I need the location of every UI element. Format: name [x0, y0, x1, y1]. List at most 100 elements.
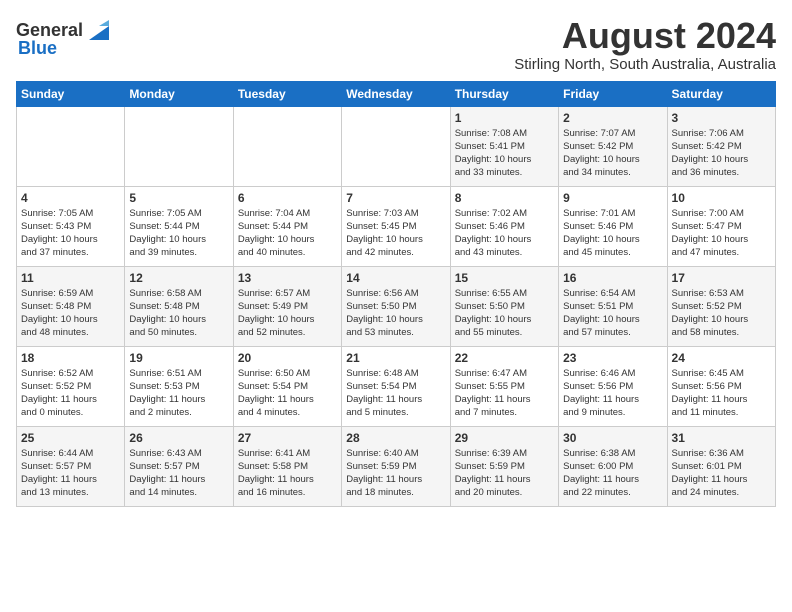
day-info: Sunrise: 6:51 AM Sunset: 5:53 PM Dayligh…	[129, 367, 228, 420]
page-subtitle: Stirling North, South Australia, Austral…	[514, 56, 776, 73]
day-number: 31	[672, 431, 771, 445]
day-number: 23	[563, 351, 662, 365]
title-area: August 2024 Stirling North, South Austra…	[514, 16, 776, 73]
day-info: Sunrise: 7:02 AM Sunset: 5:46 PM Dayligh…	[455, 207, 554, 260]
calendar-cell: 30 Sunrise: 6:38 AM Sunset: 6:00 PM Dayli…	[559, 426, 667, 506]
day-info: Sunrise: 6:40 AM Sunset: 5:59 PM Dayligh…	[346, 447, 445, 500]
calendar-cell: 3Sunrise: 7:06 AM Sunset: 5:42 PM Daylig…	[667, 106, 775, 186]
day-info: Sunrise: 6:54 AM Sunset: 5:51 PM Dayligh…	[563, 287, 662, 340]
calendar-cell: 17 Sunrise: 6:53 AM Sunset: 5:52 PM Dayli…	[667, 266, 775, 346]
day-number: 25	[21, 431, 120, 445]
day-number: 19	[129, 351, 228, 365]
calendar-cell: 10 Sunrise: 7:00 AM Sunset: 5:47 PM Dayli…	[667, 186, 775, 266]
day-info: Sunrise: 7:04 AM Sunset: 5:44 PM Dayligh…	[238, 207, 337, 260]
day-info: Sunrise: 7:06 AM Sunset: 5:42 PM Dayligh…	[672, 127, 771, 180]
day-info: Sunrise: 7:05 AM Sunset: 5:43 PM Dayligh…	[21, 207, 120, 260]
day-info: Sunrise: 6:55 AM Sunset: 5:50 PM Dayligh…	[455, 287, 554, 340]
calendar-cell: 13 Sunrise: 6:57 AM Sunset: 5:49 PM Dayli…	[233, 266, 341, 346]
calendar-day-header: Monday	[125, 81, 233, 106]
day-info: Sunrise: 6:57 AM Sunset: 5:49 PM Dayligh…	[238, 287, 337, 340]
day-info: Sunrise: 6:52 AM Sunset: 5:52 PM Dayligh…	[21, 367, 120, 420]
day-number: 26	[129, 431, 228, 445]
page-header: General Blue August 2024 Stirling North,…	[16, 16, 776, 73]
day-info: Sunrise: 6:58 AM Sunset: 5:48 PM Dayligh…	[129, 287, 228, 340]
logo-icon	[85, 16, 113, 44]
calendar-cell: 19 Sunrise: 6:51 AM Sunset: 5:53 PM Dayli…	[125, 346, 233, 426]
day-number: 9	[563, 191, 662, 205]
day-info: Sunrise: 6:47 AM Sunset: 5:55 PM Dayligh…	[455, 367, 554, 420]
day-info: Sunrise: 7:08 AM Sunset: 5:41 PM Dayligh…	[455, 127, 554, 180]
logo-blue-text: Blue	[18, 38, 57, 59]
day-number: 18	[21, 351, 120, 365]
day-number: 24	[672, 351, 771, 365]
day-info: Sunrise: 6:39 AM Sunset: 5:59 PM Dayligh…	[455, 447, 554, 500]
calendar-day-header: Tuesday	[233, 81, 341, 106]
logo: General Blue	[16, 16, 113, 59]
calendar-cell: 1 Sunrise: 7:08 AM Sunset: 5:41 PM Daylig…	[450, 106, 558, 186]
calendar-cell: 7Sunrise: 7:03 AM Sunset: 5:45 PM Daylig…	[342, 186, 450, 266]
calendar-cell	[125, 106, 233, 186]
day-number: 5	[129, 191, 228, 205]
calendar-cell: 31 Sunrise: 6:36 AM Sunset: 6:01 PM Dayli…	[667, 426, 775, 506]
calendar-cell: 29Sunrise: 6:39 AM Sunset: 5:59 PM Dayli…	[450, 426, 558, 506]
calendar-day-header: Wednesday	[342, 81, 450, 106]
day-number: 15	[455, 271, 554, 285]
calendar-cell: 2 Sunrise: 7:07 AM Sunset: 5:42 PM Daylig…	[559, 106, 667, 186]
day-number: 30	[563, 431, 662, 445]
calendar-week-row: 4Sunrise: 7:05 AM Sunset: 5:43 PM Daylig…	[17, 186, 776, 266]
calendar-cell: 18 Sunrise: 6:52 AM Sunset: 5:52 PM Dayli…	[17, 346, 125, 426]
page-title: August 2024	[514, 16, 776, 56]
calendar-week-row: 18 Sunrise: 6:52 AM Sunset: 5:52 PM Dayli…	[17, 346, 776, 426]
calendar-week-row: 25Sunrise: 6:44 AM Sunset: 5:57 PM Dayli…	[17, 426, 776, 506]
calendar-cell: 4Sunrise: 7:05 AM Sunset: 5:43 PM Daylig…	[17, 186, 125, 266]
calendar-day-header: Thursday	[450, 81, 558, 106]
day-number: 6	[238, 191, 337, 205]
calendar-cell	[233, 106, 341, 186]
day-number: 17	[672, 271, 771, 285]
day-number: 20	[238, 351, 337, 365]
calendar-cell: 11Sunrise: 6:59 AM Sunset: 5:48 PM Dayli…	[17, 266, 125, 346]
day-number: 1	[455, 111, 554, 125]
calendar-cell: 12Sunrise: 6:58 AM Sunset: 5:48 PM Dayli…	[125, 266, 233, 346]
calendar-cell: 9Sunrise: 7:01 AM Sunset: 5:46 PM Daylig…	[559, 186, 667, 266]
day-info: Sunrise: 6:45 AM Sunset: 5:56 PM Dayligh…	[672, 367, 771, 420]
day-number: 10	[672, 191, 771, 205]
day-number: 28	[346, 431, 445, 445]
day-info: Sunrise: 7:00 AM Sunset: 5:47 PM Dayligh…	[672, 207, 771, 260]
day-info: Sunrise: 6:48 AM Sunset: 5:54 PM Dayligh…	[346, 367, 445, 420]
calendar-cell: 15 Sunrise: 6:55 AM Sunset: 5:50 PM Dayli…	[450, 266, 558, 346]
calendar-cell: 22 Sunrise: 6:47 AM Sunset: 5:55 PM Dayli…	[450, 346, 558, 426]
calendar-cell: 14 Sunrise: 6:56 AM Sunset: 5:50 PM Dayli…	[342, 266, 450, 346]
day-number: 2	[563, 111, 662, 125]
day-info: Sunrise: 6:59 AM Sunset: 5:48 PM Dayligh…	[21, 287, 120, 340]
calendar-cell: 6 Sunrise: 7:04 AM Sunset: 5:44 PM Daylig…	[233, 186, 341, 266]
day-info: Sunrise: 7:07 AM Sunset: 5:42 PM Dayligh…	[563, 127, 662, 180]
day-info: Sunrise: 6:50 AM Sunset: 5:54 PM Dayligh…	[238, 367, 337, 420]
day-info: Sunrise: 7:05 AM Sunset: 5:44 PM Dayligh…	[129, 207, 228, 260]
calendar-table: SundayMondayTuesdayWednesdayThursdayFrid…	[16, 81, 776, 507]
day-number: 27	[238, 431, 337, 445]
day-number: 22	[455, 351, 554, 365]
calendar-day-header: Friday	[559, 81, 667, 106]
calendar-cell: 28 Sunrise: 6:40 AM Sunset: 5:59 PM Dayli…	[342, 426, 450, 506]
calendar-week-row: 1 Sunrise: 7:08 AM Sunset: 5:41 PM Daylig…	[17, 106, 776, 186]
day-info: Sunrise: 6:41 AM Sunset: 5:58 PM Dayligh…	[238, 447, 337, 500]
calendar-cell	[17, 106, 125, 186]
calendar-cell: 8Sunrise: 7:02 AM Sunset: 5:46 PM Daylig…	[450, 186, 558, 266]
day-number: 16	[563, 271, 662, 285]
day-info: Sunrise: 6:56 AM Sunset: 5:50 PM Dayligh…	[346, 287, 445, 340]
calendar-cell: 26 Sunrise: 6:43 AM Sunset: 5:57 PM Dayli…	[125, 426, 233, 506]
day-number: 13	[238, 271, 337, 285]
calendar-day-header: Sunday	[17, 81, 125, 106]
calendar-cell: 20 Sunrise: 6:50 AM Sunset: 5:54 PM Dayli…	[233, 346, 341, 426]
day-info: Sunrise: 6:46 AM Sunset: 5:56 PM Dayligh…	[563, 367, 662, 420]
day-number: 7	[346, 191, 445, 205]
day-info: Sunrise: 6:43 AM Sunset: 5:57 PM Dayligh…	[129, 447, 228, 500]
calendar-cell: 27 Sunrise: 6:41 AM Sunset: 5:58 PM Dayli…	[233, 426, 341, 506]
day-info: Sunrise: 6:36 AM Sunset: 6:01 PM Dayligh…	[672, 447, 771, 500]
calendar-cell: 16 Sunrise: 6:54 AM Sunset: 5:51 PM Dayli…	[559, 266, 667, 346]
day-info: Sunrise: 6:38 AM Sunset: 6:00 PM Dayligh…	[563, 447, 662, 500]
calendar-day-header: Saturday	[667, 81, 775, 106]
day-number: 14	[346, 271, 445, 285]
day-info: Sunrise: 6:53 AM Sunset: 5:52 PM Dayligh…	[672, 287, 771, 340]
